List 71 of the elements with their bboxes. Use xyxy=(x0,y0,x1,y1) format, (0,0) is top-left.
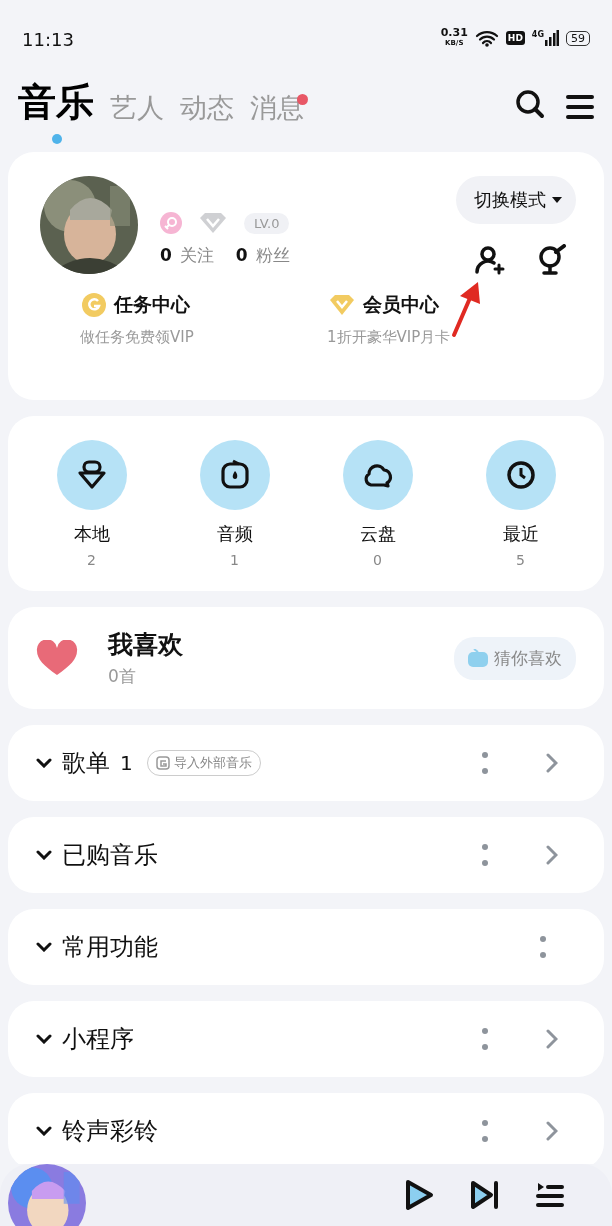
section-count: 1 xyxy=(120,751,133,775)
network-type: 4G xyxy=(531,30,544,39)
hd-badge: HD xyxy=(505,31,525,45)
fans-count: 0 xyxy=(235,245,248,265)
section-card[interactable]: 歌单 1 导入外部音乐 xyxy=(8,725,604,801)
more-icon[interactable] xyxy=(540,936,546,958)
play-icon[interactable] xyxy=(404,1179,434,1211)
center-title[interactable]: 会员中心 xyxy=(363,292,439,318)
section-title: 铃声彩铃 xyxy=(62,1116,158,1147)
chevron-down-icon xyxy=(36,1034,52,1044)
shortcut-count: 5 xyxy=(516,552,525,568)
chevron-right-icon[interactable] xyxy=(546,753,558,773)
microphone-icon[interactable] xyxy=(536,244,568,276)
caret-icon xyxy=(552,197,562,203)
favorites-title: 我喜欢 xyxy=(108,629,184,661)
chevron-right-icon[interactable] xyxy=(546,1029,558,1049)
next-track-icon[interactable] xyxy=(470,1180,500,1210)
section-card[interactable]: 小程序 xyxy=(8,1001,604,1077)
section-card[interactable]: 常用功能 xyxy=(8,909,604,985)
network-speed: 0.31 xyxy=(440,28,468,38)
level-badge: LV.0 xyxy=(244,212,290,234)
chevron-right-icon[interactable] xyxy=(546,845,558,865)
diamond-icon xyxy=(198,212,228,234)
more-icon[interactable] xyxy=(482,1120,488,1142)
center-subtitle: 1折开豪华VIP月卡 xyxy=(327,328,452,347)
playlist-icon[interactable] xyxy=(536,1181,564,1209)
following-label[interactable]: 关注 xyxy=(179,245,214,265)
shortcut-count: 0 xyxy=(373,552,382,568)
radio-icon xyxy=(468,649,488,667)
section-title: 常用功能 xyxy=(62,932,158,963)
chevron-down-icon xyxy=(36,850,52,860)
chevron-down-icon xyxy=(36,758,52,768)
shortcut-label: 云盘 xyxy=(359,522,396,546)
shortcut-count: 2 xyxy=(87,552,96,568)
vip-diamond-icon xyxy=(329,294,355,316)
shortcut-count: 1 xyxy=(230,552,239,568)
more-icon[interactable] xyxy=(482,844,488,866)
following-count: 0 xyxy=(160,245,172,265)
shortcut-label: 最近 xyxy=(502,522,539,546)
section-title: 已购音乐 xyxy=(62,840,158,871)
center-title[interactable]: 任务中心 xyxy=(114,292,190,318)
shortcut-label: 本地 xyxy=(73,522,110,546)
status-time: 11:13 xyxy=(22,28,74,50)
section-card[interactable]: 铃声彩铃 xyxy=(8,1093,604,1164)
gender-icon xyxy=(160,212,182,234)
more-icon[interactable] xyxy=(482,752,488,774)
search-icon[interactable] xyxy=(514,88,546,120)
battery-level: 59 xyxy=(566,30,590,46)
section-title: 歌单 xyxy=(62,748,110,779)
heart-icon xyxy=(36,640,78,676)
shortcut-label: 音频 xyxy=(216,522,253,546)
coin-icon xyxy=(82,293,106,317)
chevron-down-icon xyxy=(36,942,52,952)
menu-icon[interactable] xyxy=(566,94,594,120)
add-friend-icon[interactable] xyxy=(474,244,506,276)
section-card[interactable]: 已购音乐 xyxy=(8,817,604,893)
chevron-right-icon[interactable] xyxy=(546,1121,558,1141)
signal-icon xyxy=(545,30,559,46)
wifi-icon xyxy=(474,29,499,47)
switch-mode-button[interactable]: 切换模式 xyxy=(456,176,576,224)
section-title: 小程序 xyxy=(62,1024,134,1055)
nav-tab[interactable]: 音乐 xyxy=(18,77,104,128)
chevron-down-icon xyxy=(36,1126,52,1136)
audio-icon xyxy=(218,459,251,491)
import-icon xyxy=(155,756,170,770)
fans-label[interactable]: 粉丝 xyxy=(255,245,290,265)
favorites-count: 0首 xyxy=(108,665,137,688)
import-music-button[interactable]: 导入外部音乐 xyxy=(146,750,261,776)
more-icon[interactable] xyxy=(482,1028,488,1050)
clock-icon xyxy=(504,459,537,491)
center-subtitle: 做任务免费领VIP xyxy=(80,328,195,347)
